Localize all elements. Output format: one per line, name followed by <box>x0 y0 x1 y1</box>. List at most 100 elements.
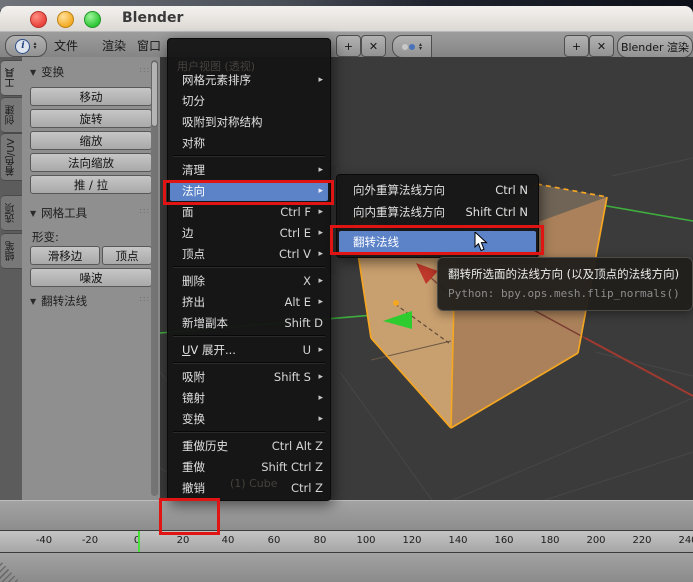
translate-button[interactable]: 移动 <box>30 87 152 106</box>
y-axis-line <box>600 204 693 222</box>
tab-create[interactable]: 创建 <box>1 97 23 133</box>
menu-item-snap-to-symmetry[interactable]: 吸附到对称结构 <box>168 111 330 132</box>
collapse-triangle-icon: ▼ <box>30 208 37 218</box>
submenu-arrow-icon: ▸ <box>318 74 323 85</box>
menu-item-edges[interactable]: 边 Ctrl E ▸ <box>168 222 330 243</box>
menu-item-symmetrize[interactable]: 对称 <box>168 132 330 153</box>
mesh-menu-popup: 网格元素排序 ▸ 切分 吸附到对称结构 对称 清理 ▸ 法向 ▸ 面 Ctrl F ▸ 边… <box>167 38 331 501</box>
flip-normals-tooltip: 翻转所选面的法线方向 (以及顶点的法线方向) Python: bpy.ops.m… <box>437 257 693 311</box>
timeline-ruler[interactable]: -40 -20 0 20 40 60 80 100 120 140 160 18… <box>0 531 693 553</box>
tab-tools[interactable]: 工具 <box>1 60 23 96</box>
ruler-tick: 240 <box>678 535 693 546</box>
tab-grease-pencil[interactable]: 蜡笔 <box>1 233 23 269</box>
current-frame-indicator[interactable] <box>138 531 140 552</box>
submenu-item-recalculate-inside[interactable]: 向内重算法线方向 Shift Ctrl N <box>337 201 538 223</box>
toolshelf-scrollbar-thumb[interactable] <box>151 61 158 127</box>
menu-separator <box>168 429 330 435</box>
ruler-tick: 60 <box>267 535 281 546</box>
ruler-tick: -40 <box>35 535 53 546</box>
tooltip-description: 翻转所选面的法线方向 (以及顶点的法线方向) <box>448 267 680 281</box>
panel-header-transform[interactable]: ▼ 变换 <box>30 64 64 80</box>
menu-item-delete[interactable]: 删除 X ▸ <box>168 270 330 291</box>
editor-type-selector[interactable]: i ▴ ▾ <box>5 35 47 57</box>
window-titlebar: Blender <box>0 6 693 32</box>
menu-window[interactable]: 窗口 <box>137 37 161 54</box>
ruler-tick: -20 <box>81 535 99 546</box>
x-axis-line <box>584 337 693 397</box>
menu-render[interactable]: 渲染 <box>102 37 126 54</box>
delete-scene-button[interactable]: ✕ <box>589 35 614 57</box>
panel-header-mesh-tools[interactable]: ▼ 网格工具 <box>30 205 87 221</box>
scene-icon <box>401 40 416 53</box>
submenu-arrow-icon: ▸ <box>318 344 323 355</box>
submenu-arrow-icon: ▸ <box>318 164 323 175</box>
ruler-tick: 20 <box>176 535 190 546</box>
ruler-tick: 0 <box>133 535 141 546</box>
viewport-view-label-ghost: 用户视图 (透视) <box>177 60 256 73</box>
menu-item-snap[interactable]: 吸附 Shift S ▸ <box>168 366 330 387</box>
menu-item-vertices[interactable]: 顶点 Ctrl V ▸ <box>168 243 330 264</box>
menu-item-redo[interactable]: 重做 Shift Ctrl Z <box>168 456 330 477</box>
menu-item-clean-up[interactable]: 清理 ▸ <box>168 159 330 180</box>
submenu-arrow-icon: ▸ <box>318 296 323 307</box>
annotation-box-normals <box>163 180 334 205</box>
delete-layout-button[interactable]: ✕ <box>361 35 386 57</box>
menu-item-mirror[interactable]: 镜射 ▸ <box>168 387 330 408</box>
dropdown-arrows-icon: ▴ ▾ <box>418 40 422 52</box>
submenu-item-recalculate-outside[interactable]: 向外重算法线方向 Ctrl N <box>337 179 538 201</box>
menu-separator <box>168 153 330 159</box>
menu-item-duplicate[interactable]: 新增副本 Shift D <box>168 312 330 333</box>
tab-shading-uv[interactable]: 着色/UV <box>1 133 23 181</box>
ruler-tick: 220 <box>632 535 652 546</box>
menu-item-transform[interactable]: 变换 ▸ <box>168 408 330 429</box>
window-title: Blender <box>122 10 184 26</box>
ruler-tick: 160 <box>494 535 514 546</box>
maximize-window-button[interactable] <box>84 11 101 28</box>
menu-item-bisect[interactable]: 切分 <box>168 90 330 111</box>
collapse-triangle-icon: ▼ <box>30 296 37 306</box>
collapse-triangle-icon: ▼ <box>30 67 37 77</box>
deform-label: 形变: <box>32 230 59 244</box>
menu-file[interactable]: 文件 <box>54 37 78 54</box>
menu-item-uv-unwrap[interactable]: UV 展开... U ▸ <box>168 339 330 360</box>
push-pull-button[interactable]: 推 / 拉 <box>30 175 152 194</box>
ruler-tick: 180 <box>540 535 560 546</box>
add-layout-button[interactable]: + <box>336 35 361 57</box>
toolshelf-tab-strip: 工具 创建 着色/UV 选项 蜡笔 <box>0 57 23 500</box>
rotate-button[interactable]: 旋转 <box>30 109 152 128</box>
submenu-arrow-icon: ▸ <box>318 227 323 238</box>
vertex-slide-button[interactable]: 顶点 <box>102 246 152 265</box>
ruler-tick: 120 <box>402 535 422 546</box>
tooltip-python-hint: Python: bpy.ops.mesh.flip_normals() <box>448 287 680 300</box>
minimize-window-button[interactable] <box>57 11 74 28</box>
submenu-arrow-icon: ▸ <box>318 206 323 217</box>
ruler-tick: 40 <box>221 535 235 546</box>
shrink-fatten-button[interactable]: 法向缩放 <box>30 153 152 172</box>
add-scene-button[interactable]: + <box>564 35 589 57</box>
viewport-object-label-ghost: (1) Cube <box>230 477 278 490</box>
annotation-box-mesh-menu <box>159 498 220 535</box>
noise-button[interactable]: 噪波 <box>30 268 152 287</box>
panel-header-flip-normals[interactable]: ▼ 翻转法线 <box>30 293 87 309</box>
info-header: i ▴▾ 文件 渲染 窗口 + ✕ ▴▾ Scene + ✕ Blender 渲… <box>0 31 693 87</box>
menu-separator <box>168 360 330 366</box>
info-editor-icon: i <box>15 38 31 54</box>
view3d-header: ▴▾ 视图 选择 添加 网格 编辑模式 ▴▾ ▴▾ ▴▾ <box>0 500 693 531</box>
manipulator-origin-dot <box>393 300 399 306</box>
submenu-arrow-icon: ▸ <box>318 248 323 259</box>
close-window-button[interactable] <box>30 11 47 28</box>
render-engine-dropdown[interactable]: Blender 渲染 <box>617 35 693 58</box>
ruler-tick: 100 <box>356 535 376 546</box>
edge-slide-button[interactable]: 滑移边 <box>30 246 100 265</box>
annotation-box-flip-normals <box>330 225 544 255</box>
scale-button[interactable]: 缩放 <box>30 131 152 150</box>
timeline-header: ▴▾ 视图 标记 帧 回放 ◂ 起始: 1 ▸ ◂ 结束: 250 ▸ ◂ 1 … <box>0 552 693 582</box>
menu-item-undo-history[interactable]: 重做历史 Ctrl Alt Z <box>168 435 330 456</box>
submenu-arrow-icon: ▸ <box>318 392 323 403</box>
menu-item-extrude[interactable]: 挤出 Alt E ▸ <box>168 291 330 312</box>
scene-icon-dropdown[interactable]: ▴ ▾ <box>392 35 432 58</box>
submenu-arrow-icon: ▸ <box>318 413 323 424</box>
toolshelf: ▼ 变换 :::: 移动 旋转 缩放 法向缩放 推 / 拉 ▼ 网格工具 :::… <box>22 57 161 500</box>
mouse-cursor <box>474 232 488 252</box>
tab-options[interactable]: 选项 <box>1 195 23 231</box>
